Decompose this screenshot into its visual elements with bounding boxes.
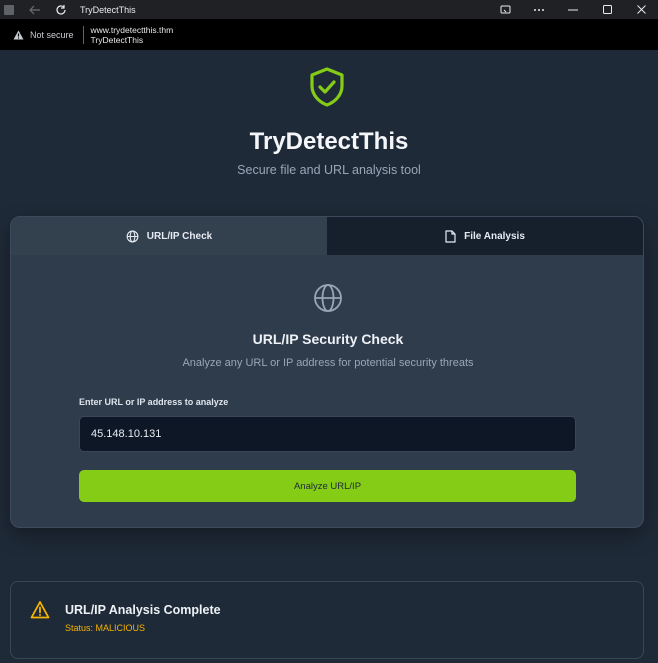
tab-bar: URL/IP Check File Analysis [11, 217, 643, 255]
tab-label: URL/IP Check [146, 230, 213, 242]
analysis-card: URL/IP Check File Analysis URL/IP Securi… [10, 216, 644, 528]
maximize-icon[interactable] [590, 0, 624, 19]
browser-title-bar: TryDetectThis [0, 0, 658, 19]
app-title: TryDetectThis [249, 128, 409, 155]
result-status: Status: MALICIOUS [65, 623, 146, 633]
shield-check-icon [310, 67, 344, 107]
warning-icon [30, 601, 50, 619]
result-panel: URL/IP Analysis Complete Status: MALICIO… [10, 581, 644, 659]
tab-file-analysis[interactable]: File Analysis [327, 217, 643, 255]
app-subtitle: Secure file and URL analysis tool [237, 163, 421, 177]
url-input-label: Enter URL or IP address to analyze [79, 397, 229, 407]
page-content: TryDetectThis Secure file and URL analys… [0, 50, 658, 663]
result-title: URL/IP Analysis Complete [65, 603, 221, 617]
close-icon[interactable] [624, 0, 658, 19]
globe-large-icon [314, 284, 342, 312]
url-input[interactable] [79, 416, 576, 452]
more-icon[interactable] [522, 0, 556, 19]
globe-icon [126, 230, 139, 242]
tab-url-ip-check[interactable]: URL/IP Check [11, 217, 327, 255]
check-title: URL/IP Security Check [252, 331, 404, 347]
url-text[interactable]: www.trydetectthis.thm [91, 25, 174, 35]
page-title-text: TryDetectThis [90, 34, 144, 45]
address-bar[interactable]: Not secure www.trydetectthis.thm TryDete… [0, 19, 658, 50]
file-icon [445, 229, 456, 243]
analyze-button[interactable]: Analyze URL/IP [79, 470, 576, 502]
app-icon [4, 4, 14, 15]
security-indicator[interactable]: Not secure [13, 30, 74, 40]
back-arrow-icon[interactable] [28, 5, 42, 15]
warning-triangle-icon [13, 30, 24, 39]
tab-label: File Analysis [464, 230, 525, 242]
not-secure-label: Not secure [30, 29, 74, 40]
window-title: TryDetectThis [80, 4, 136, 15]
reload-icon[interactable] [54, 4, 68, 16]
cast-icon[interactable] [488, 0, 522, 19]
check-subtitle: Analyze any URL or IP address for potent… [182, 357, 474, 369]
address-divider [82, 25, 84, 44]
minimize-icon[interactable] [556, 0, 590, 19]
